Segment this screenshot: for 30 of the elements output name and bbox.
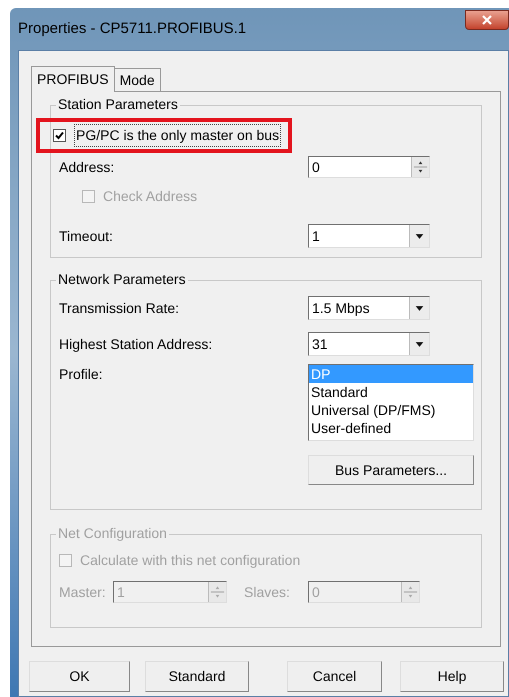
field-label: Timeout: [59,226,114,246]
checkbox-label: Check Address [103,187,198,206]
field-label: Highest Station Address: [59,334,214,354]
tab[interactable]: PROFIBUS [31,66,115,92]
checkbox[interactable] [53,129,66,142]
field-label: Slaves: [244,582,291,602]
field-label: Master: [59,582,107,602]
dropdown-field[interactable]: 31 [308,332,430,356]
dialog-button[interactable]: Cancel [287,661,382,692]
close-button[interactable] [465,10,509,30]
dropdown-field[interactable]: 1 [308,224,430,248]
spin-arrows-icon[interactable] [411,157,429,177]
checkmark-icon [55,131,64,140]
bus-parameters-button[interactable]: Bus Parameters... [308,455,474,485]
spin-field[interactable]: 0 [308,156,430,178]
field-label: Profile: [59,365,104,384]
dialog-button[interactable]: OK [29,661,130,692]
tab[interactable]: Mode [114,68,161,91]
list-item[interactable]: Universal (DP/FMS) [309,401,473,419]
dialog-button[interactable]: Help [400,661,504,692]
dropdown-field[interactable]: 1.5 Mbps [308,296,430,320]
list-item[interactable]: Standard [309,383,473,401]
list-item[interactable]: User-defined [309,419,473,437]
field-label: Transmission Rate: [59,298,180,318]
checkbox-label: Calculate with this net configuration [80,551,300,570]
dialog-button[interactable]: Standard [145,661,249,692]
checkbox-label: PG/PC is the only master on bus [74,124,282,147]
window-title: Properties - CP5711.PROFIBUS.1 [18,18,246,39]
field-label: Address: [59,158,116,176]
close-icon [482,15,492,25]
